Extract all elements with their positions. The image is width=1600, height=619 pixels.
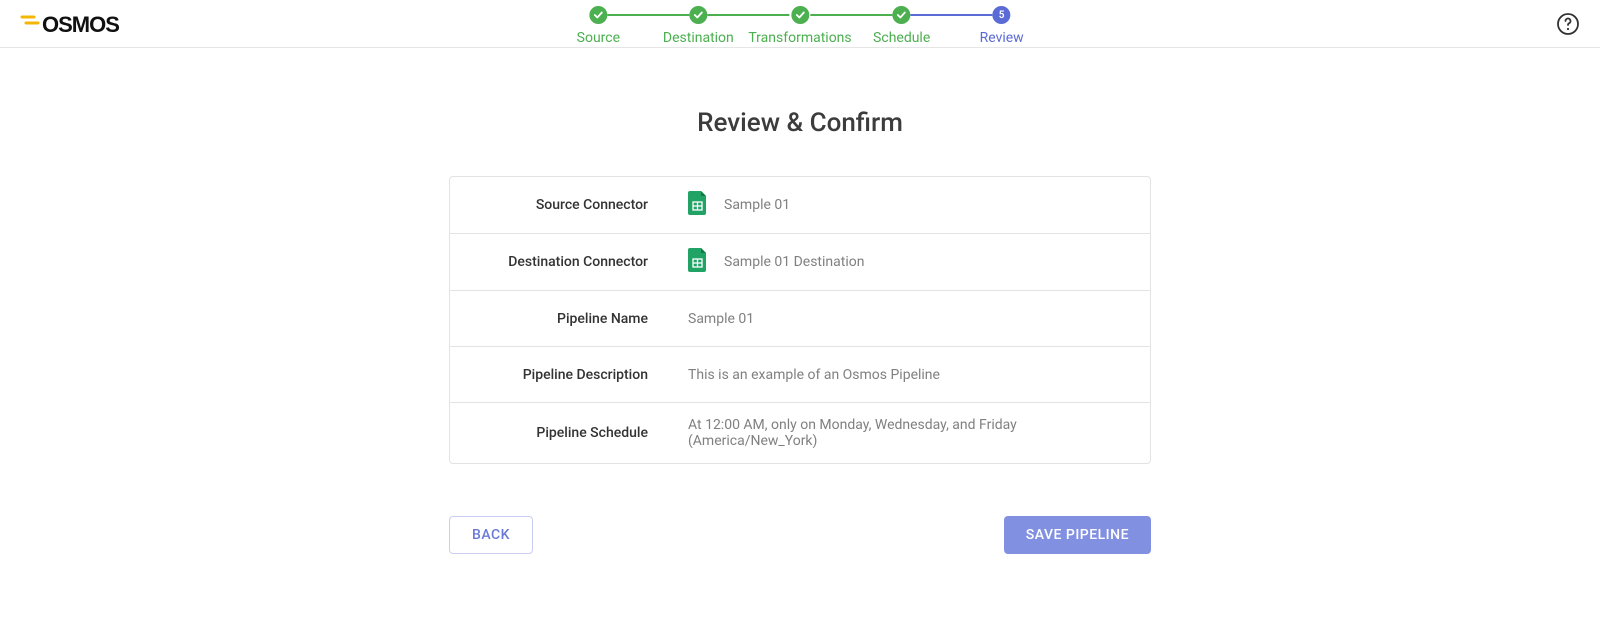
step-review[interactable]: 5 Review — [952, 6, 1052, 46]
row-pipeline-name: Pipeline Name Sample 01 — [450, 291, 1150, 347]
row-destination-connector: Destination Connector Sample 01 Destinat… — [450, 234, 1150, 291]
wizard-button-row: Back Save Pipeline — [449, 516, 1151, 554]
step-destination[interactable]: Destination — [648, 6, 748, 46]
field-value: Sample 01 — [724, 197, 790, 213]
row-source-connector: Source Connector Sample 01 — [450, 177, 1150, 234]
step-label: Schedule — [873, 30, 930, 46]
step-label: Review — [980, 30, 1024, 46]
field-label: Destination Connector — [470, 254, 648, 270]
main-content: Review & Confirm Source Connector Sample… — [0, 48, 1600, 554]
save-pipeline-button[interactable]: Save Pipeline — [1004, 516, 1151, 554]
step-label: Source — [577, 30, 620, 46]
step-label: Destination — [663, 30, 734, 46]
field-value: This is an example of an Osmos Pipeline — [688, 367, 940, 383]
step-schedule[interactable]: Schedule — [852, 6, 952, 46]
brand-logo: OSMOS — [20, 12, 119, 38]
help-icon[interactable] — [1556, 12, 1580, 40]
field-label: Pipeline Description — [470, 367, 648, 383]
check-icon — [689, 6, 707, 24]
row-pipeline-description: Pipeline Description This is an example … — [450, 347, 1150, 403]
field-value: At 12:00 AM, only on Monday, Wednesday, … — [688, 417, 1130, 449]
field-value: Sample 01 — [688, 311, 754, 327]
page-title: Review & Confirm — [697, 108, 903, 138]
app-header: OSMOS Source Destination Transformations — [0, 0, 1600, 48]
field-label: Pipeline Schedule — [470, 425, 648, 441]
field-value: Sample 01 Destination — [724, 254, 864, 270]
brand-mark-icon — [20, 12, 40, 38]
step-transformations[interactable]: Transformations — [748, 6, 851, 46]
back-button[interactable]: Back — [449, 516, 533, 554]
field-label: Pipeline Name — [470, 311, 648, 327]
check-icon — [893, 6, 911, 24]
step-source[interactable]: Source — [548, 6, 648, 46]
step-number: 5 — [993, 6, 1011, 24]
google-sheets-icon — [688, 248, 708, 276]
review-panel: Source Connector Sample 01 Destination C… — [449, 176, 1151, 464]
wizard-stepper: Source Destination Transformations Sched… — [548, 6, 1051, 46]
brand-text: OSMOS — [42, 12, 119, 38]
field-label: Source Connector — [470, 197, 648, 213]
check-icon — [791, 6, 809, 24]
row-pipeline-schedule: Pipeline Schedule At 12:00 AM, only on M… — [450, 403, 1150, 463]
google-sheets-icon — [688, 191, 708, 219]
check-icon — [589, 6, 607, 24]
step-label: Transformations — [748, 30, 851, 46]
